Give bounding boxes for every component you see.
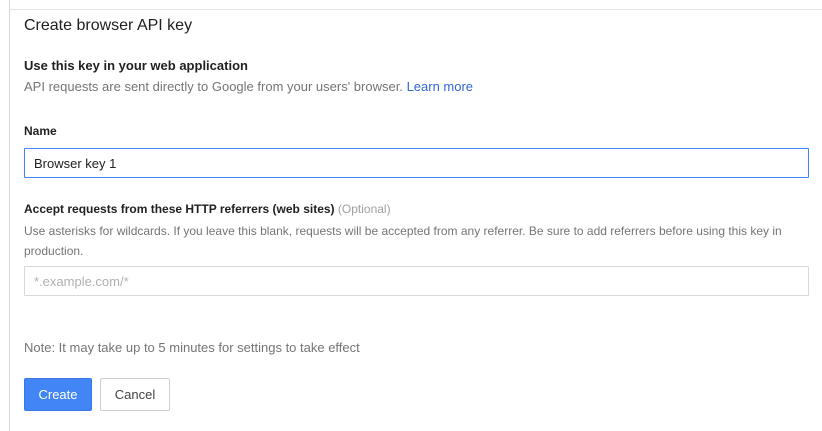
settings-note: Note: It may take up to 5 minutes for se… xyxy=(24,340,360,355)
cancel-button[interactable]: Cancel xyxy=(100,378,170,411)
usage-heading: Use this key in your web application xyxy=(24,58,248,73)
usage-description: API requests are sent directly to Google… xyxy=(24,79,473,94)
panel-top-border xyxy=(9,9,822,10)
referrers-label-text: Accept requests from these HTTP referrer… xyxy=(24,202,335,216)
usage-description-text: API requests are sent directly to Google… xyxy=(24,79,403,94)
referrers-field-label: Accept requests from these HTTP referrer… xyxy=(24,202,391,216)
learn-more-link[interactable]: Learn more xyxy=(407,79,473,94)
create-button[interactable]: Create xyxy=(24,378,92,411)
page-title: Create browser API key xyxy=(24,17,193,34)
optional-tag: (Optional) xyxy=(337,202,391,216)
name-field-label: Name xyxy=(24,124,57,138)
referrers-help-text: Use asterisks for wildcards. If you leav… xyxy=(24,224,782,258)
referrers-input[interactable] xyxy=(24,266,809,296)
name-input[interactable] xyxy=(24,148,809,178)
panel-left-border xyxy=(9,0,10,431)
